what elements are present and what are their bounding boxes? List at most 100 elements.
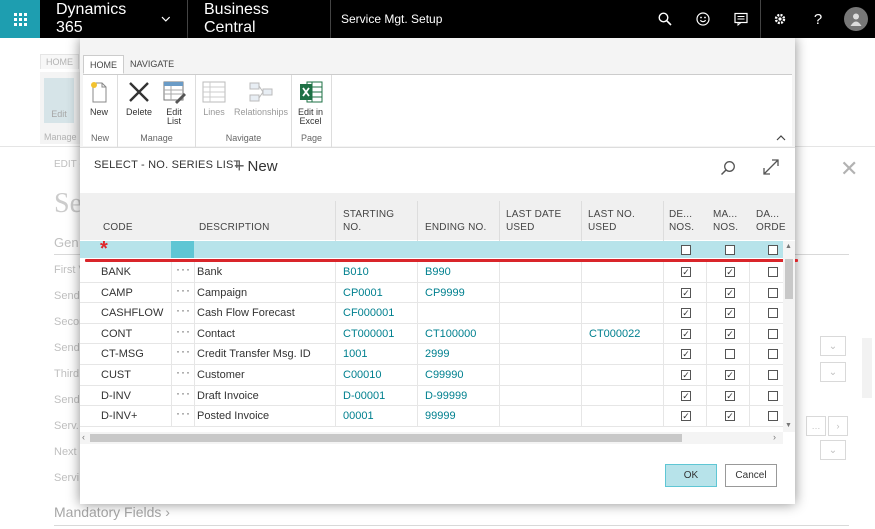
cell-ending-no[interactable]: 2999 xyxy=(425,348,449,360)
cell-starting-no[interactable]: CF000001 xyxy=(343,307,394,319)
checkbox-manual-nos[interactable]: ✓ xyxy=(725,370,735,380)
table-row[interactable]: CAMP ··· Campaign CP0001 CP9999 ✓ ✓ xyxy=(80,282,783,304)
col-header-last-no-used[interactable]: LAST NO. USED xyxy=(588,208,635,234)
checkbox-default-nos[interactable]: ✓ xyxy=(681,411,691,422)
checkbox-manual-nos[interactable] xyxy=(725,349,735,360)
ok-button[interactable]: OK xyxy=(665,464,717,487)
checkbox-default-nos[interactable]: ✓ xyxy=(681,308,691,319)
row-actions-icon[interactable]: ··· xyxy=(176,303,191,317)
cell-code: D-INV+ xyxy=(101,410,138,423)
checkbox-date-order[interactable] xyxy=(768,370,778,380)
col-header-default-nos[interactable]: DE... NOS. xyxy=(669,208,694,234)
checkbox-date-order[interactable] xyxy=(768,411,778,422)
table-row[interactable]: CT-MSG ··· Credit Transfer Msg. ID 1001 2999… xyxy=(80,344,783,365)
checkbox-date-order[interactable] xyxy=(768,245,778,255)
checkbox-manual-nos[interactable]: ✓ xyxy=(725,411,735,422)
app-switcher[interactable]: Dynamics 365 xyxy=(40,0,188,38)
checkbox-default-nos[interactable] xyxy=(681,245,691,255)
tab-navigate[interactable]: NAVIGATE xyxy=(124,55,180,74)
edit-list-button[interactable]: Edit List xyxy=(162,79,186,126)
help-icon[interactable]: ? xyxy=(799,0,837,38)
cell-starting-no[interactable]: CP0001 xyxy=(343,287,383,299)
cell-ending-no[interactable]: CP9999 xyxy=(425,287,465,299)
checkbox-date-order[interactable] xyxy=(768,390,778,401)
table-row[interactable]: D-INV ··· Draft Invoice D-00001 D-99999 ✓ ✓ xyxy=(80,385,783,407)
row-selector[interactable] xyxy=(171,241,194,258)
gear-icon[interactable] xyxy=(761,0,799,38)
cell-starting-no[interactable]: 1001 xyxy=(343,348,367,360)
row-actions-icon[interactable]: ··· xyxy=(176,386,191,400)
delete-button[interactable]: Delete xyxy=(126,79,152,117)
checkbox-default-nos[interactable]: ✓ xyxy=(681,287,691,298)
cell-ending-no[interactable]: C99990 xyxy=(425,369,464,381)
cancel-button[interactable]: Cancel xyxy=(725,464,777,487)
cell-starting-no[interactable]: 00001 xyxy=(343,410,374,422)
checkbox-default-nos[interactable]: ✓ xyxy=(681,267,691,277)
new-button[interactable]: New xyxy=(89,79,109,117)
col-header-ending-no[interactable]: ENDING NO. xyxy=(425,221,486,234)
checkbox-manual-nos[interactable]: ✓ xyxy=(725,267,735,277)
row-actions-icon[interactable]: ··· xyxy=(176,344,191,358)
cell-last-no-used[interactable]: CT000022 xyxy=(589,328,640,340)
avatar-icon[interactable] xyxy=(844,7,868,31)
row-actions-icon[interactable]: ··· xyxy=(176,365,191,379)
new-action-button[interactable]: + New xyxy=(234,156,278,177)
col-header-starting-no[interactable]: STARTING NO. xyxy=(343,208,394,234)
checkbox-date-order[interactable] xyxy=(768,308,778,319)
horizontal-scrollbar[interactable]: ‹ › xyxy=(80,432,783,444)
cell-ending-no[interactable]: CT100000 xyxy=(425,328,476,340)
lines-button[interactable]: Lines xyxy=(202,79,226,117)
col-header-code[interactable]: CODE xyxy=(103,221,133,234)
cell-ending-no[interactable]: 99999 xyxy=(425,410,456,422)
cell-ending-no[interactable]: D-99999 xyxy=(425,390,467,402)
row-actions-icon[interactable]: ··· xyxy=(176,262,191,276)
checkbox-date-order[interactable] xyxy=(768,287,778,298)
cell-starting-no[interactable]: D-00001 xyxy=(343,390,385,402)
scroll-left-icon[interactable]: ‹ xyxy=(82,432,85,442)
new-row[interactable]: * xyxy=(80,239,783,259)
checkbox-default-nos[interactable]: ✓ xyxy=(681,370,691,380)
scroll-down-icon[interactable]: ▼ xyxy=(785,422,792,429)
collapse-ribbon-icon[interactable] xyxy=(776,133,786,144)
col-header-manual-nos[interactable]: MA... NOS. xyxy=(713,208,738,234)
row-actions-icon[interactable]: ··· xyxy=(176,283,191,297)
checkbox-manual-nos[interactable]: ✓ xyxy=(725,328,735,339)
row-actions-icon[interactable]: ··· xyxy=(176,324,191,338)
product-name[interactable]: Business Central xyxy=(188,0,331,38)
cell-starting-no[interactable]: CT000001 xyxy=(343,328,394,340)
checkbox-default-nos[interactable]: ✓ xyxy=(681,390,691,401)
table-row[interactable]: CUST ··· Customer C00010 C99990 ✓ ✓ xyxy=(80,365,783,386)
col-header-description[interactable]: DESCRIPTION xyxy=(199,221,270,234)
col-header-date-order[interactable]: DA... ORDE xyxy=(756,208,786,234)
checkbox-manual-nos[interactable]: ✓ xyxy=(725,390,735,401)
search-icon[interactable] xyxy=(720,160,736,179)
row-actions-icon[interactable]: ··· xyxy=(176,406,191,420)
checkbox-manual-nos[interactable] xyxy=(725,245,735,255)
table-row[interactable]: CASHFLOW ··· Cash Flow Forecast CF000001 ✓ ✓ xyxy=(80,303,783,324)
cell-starting-no[interactable]: B010 xyxy=(343,266,369,278)
chat-icon[interactable] xyxy=(722,0,760,38)
checkbox-manual-nos[interactable]: ✓ xyxy=(725,308,735,319)
checkbox-date-order[interactable] xyxy=(768,267,778,277)
relationships-button[interactable]: Relationships xyxy=(234,79,288,117)
checkbox-date-order[interactable] xyxy=(768,349,778,360)
checkbox-default-nos[interactable]: ✓ xyxy=(681,349,691,360)
tab-home[interactable]: HOME xyxy=(83,55,124,74)
table-row[interactable]: D-INV+ ··· Posted Invoice 00001 99999 ✓ ✓ xyxy=(80,406,783,427)
scroll-up-icon[interactable]: ▲ xyxy=(785,243,792,250)
expand-icon[interactable] xyxy=(762,158,780,179)
cell-ending-no[interactable]: B990 xyxy=(425,266,451,278)
checkbox-date-order[interactable] xyxy=(768,328,778,339)
checkbox-manual-nos[interactable]: ✓ xyxy=(725,287,735,298)
col-header-last-date-used[interactable]: LAST DATE USED xyxy=(506,208,561,234)
table-row[interactable]: BANK ··· Bank B010 B990 ✓ ✓ xyxy=(80,262,783,283)
table-row[interactable]: CONT ··· Contact CT000001 CT100000 CT000022 ✓ ✓ xyxy=(80,323,783,345)
checkbox-default-nos[interactable]: ✓ xyxy=(681,328,691,339)
cell-starting-no[interactable]: C00010 xyxy=(343,369,382,381)
edit-in-excel-button[interactable]: Edit in Excel xyxy=(298,79,323,126)
vertical-scrollbar[interactable]: ▲ ▼ xyxy=(783,241,795,432)
scroll-right-icon[interactable]: › xyxy=(773,432,776,442)
search-icon[interactable] xyxy=(646,0,684,38)
smiley-icon[interactable] xyxy=(684,0,722,38)
waffle-icon[interactable] xyxy=(0,0,40,38)
